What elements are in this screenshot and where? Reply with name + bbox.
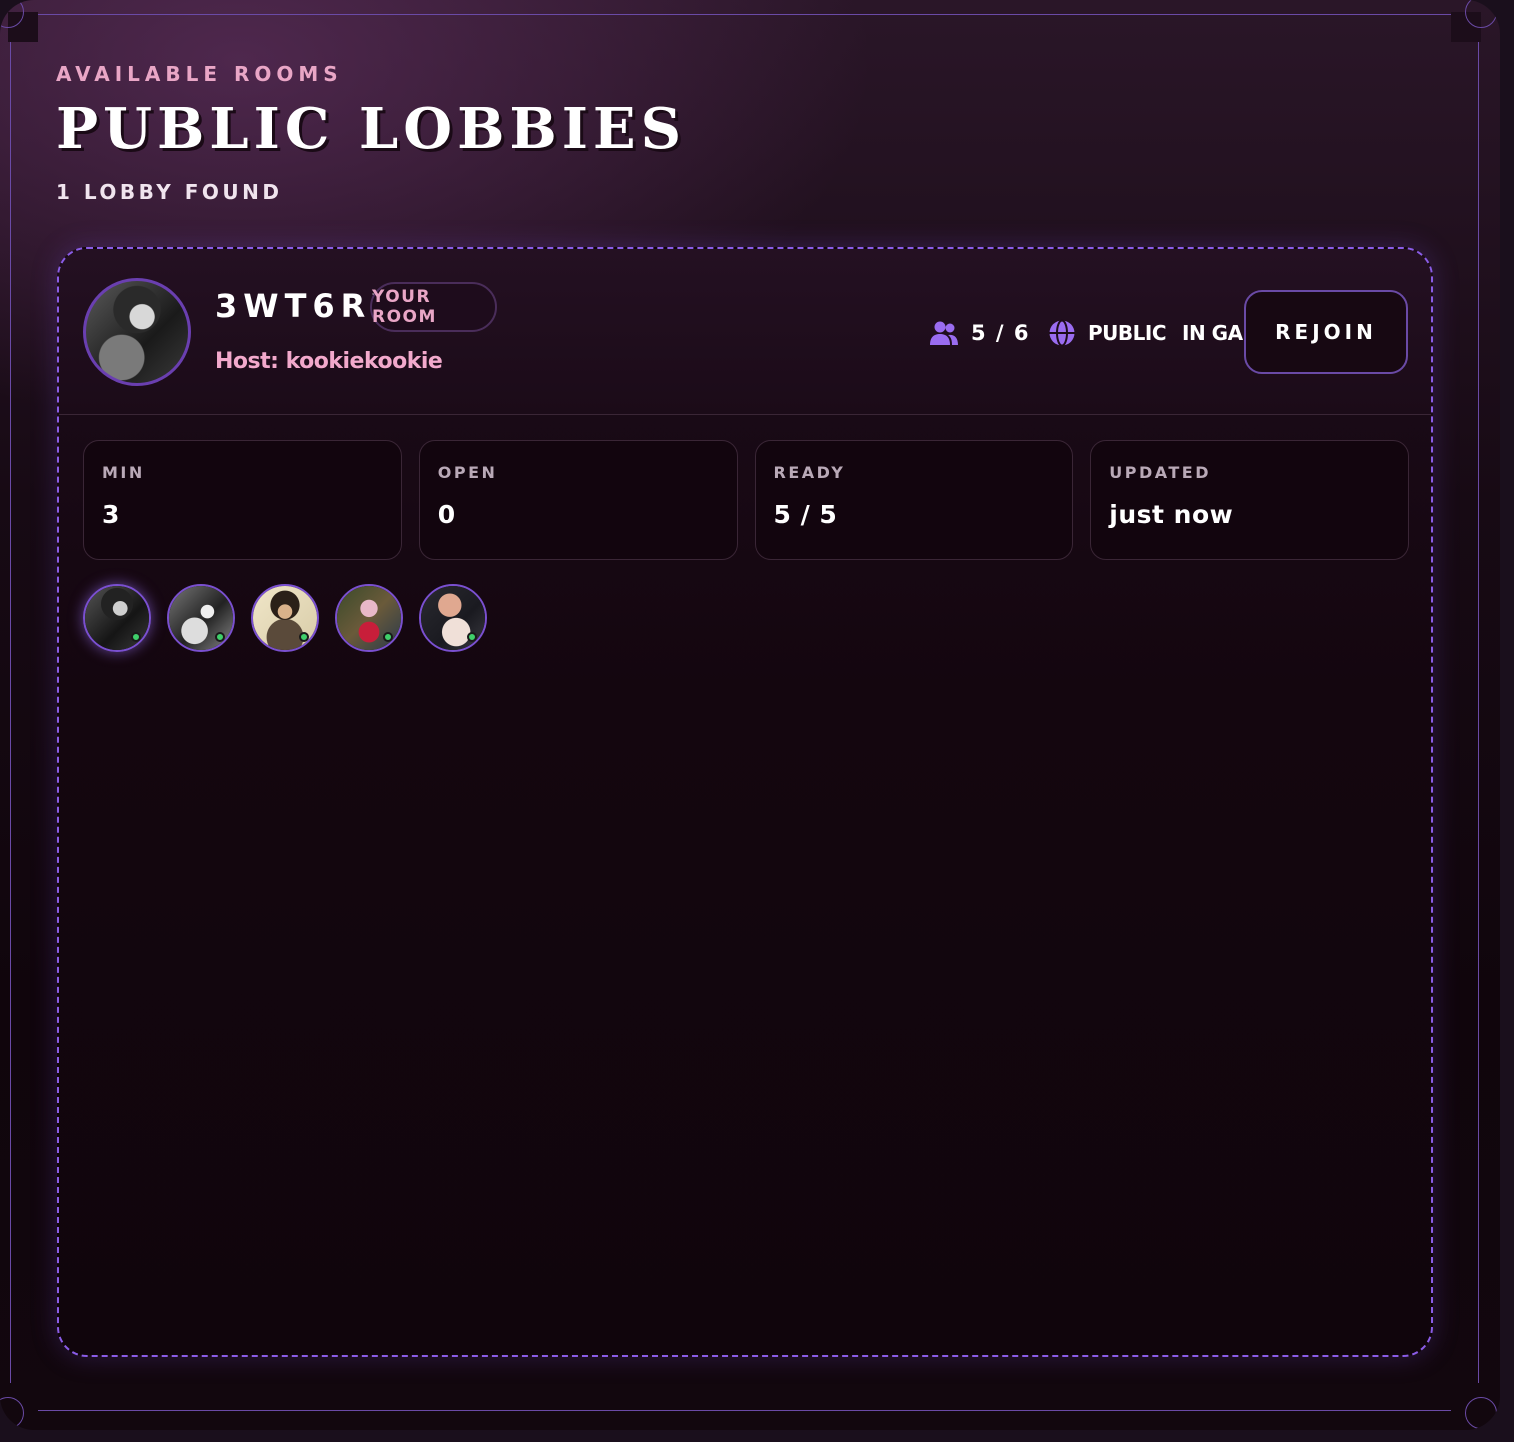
stat-label: READY bbox=[773, 463, 846, 482]
page-title: PUBLIC LOBBIES bbox=[56, 96, 687, 162]
host-avatar bbox=[83, 278, 191, 386]
member-avatar[interactable] bbox=[419, 584, 487, 652]
section-eyebrow: AVAILABLE ROOMS bbox=[56, 62, 343, 86]
lobby-stats: MIN 3 OPEN 0 READY 5 / 5 UPDATED just no… bbox=[83, 440, 1409, 560]
member-avatar[interactable] bbox=[251, 584, 319, 652]
online-indicator bbox=[131, 632, 141, 642]
stat-value: 5 / 5 bbox=[773, 500, 838, 529]
stat-ready: READY 5 / 5 bbox=[754, 440, 1074, 560]
online-indicator bbox=[467, 632, 477, 642]
lobby-count: 1 LOBBY FOUND bbox=[56, 180, 283, 204]
lobby-card-header: 3WT6RX YOUR ROOM Host: kookiekookie 5 / … bbox=[59, 249, 1431, 415]
stat-open: OPEN 0 bbox=[418, 440, 738, 560]
users-icon bbox=[929, 320, 959, 346]
stat-value: 3 bbox=[102, 500, 120, 529]
lobbies-panel: AVAILABLE ROOMS PUBLIC LOBBIES 1 LOBBY F… bbox=[0, 0, 1500, 1430]
stat-updated: UPDATED just now bbox=[1090, 440, 1409, 560]
globe-icon bbox=[1048, 319, 1076, 347]
stat-value: just now bbox=[1109, 500, 1234, 529]
lobby-card[interactable]: 3WT6RX YOUR ROOM Host: kookiekookie 5 / … bbox=[57, 247, 1433, 1357]
player-count: 5 / 6 bbox=[971, 321, 1031, 345]
host-name: Host: kookiekookie bbox=[215, 349, 443, 374]
rejoin-button[interactable]: REJOIN bbox=[1244, 290, 1408, 374]
member-avatar[interactable] bbox=[167, 584, 235, 652]
online-indicator bbox=[215, 632, 225, 642]
member-avatar[interactable] bbox=[83, 584, 151, 652]
member-avatars bbox=[83, 584, 487, 652]
stat-label: UPDATED bbox=[1109, 463, 1212, 482]
stat-label: MIN bbox=[102, 463, 145, 482]
stat-label: OPEN bbox=[437, 463, 498, 482]
lobby-meta: 5 / 6 PUBLIC IN GAME bbox=[929, 316, 1276, 350]
stat-min: MIN 3 bbox=[83, 440, 402, 560]
member-avatar[interactable] bbox=[335, 584, 403, 652]
online-indicator bbox=[383, 632, 393, 642]
online-indicator bbox=[299, 632, 309, 642]
stat-value: 0 bbox=[437, 500, 456, 529]
your-room-badge: YOUR ROOM bbox=[370, 282, 497, 332]
visibility-label: PUBLIC bbox=[1088, 321, 1167, 345]
